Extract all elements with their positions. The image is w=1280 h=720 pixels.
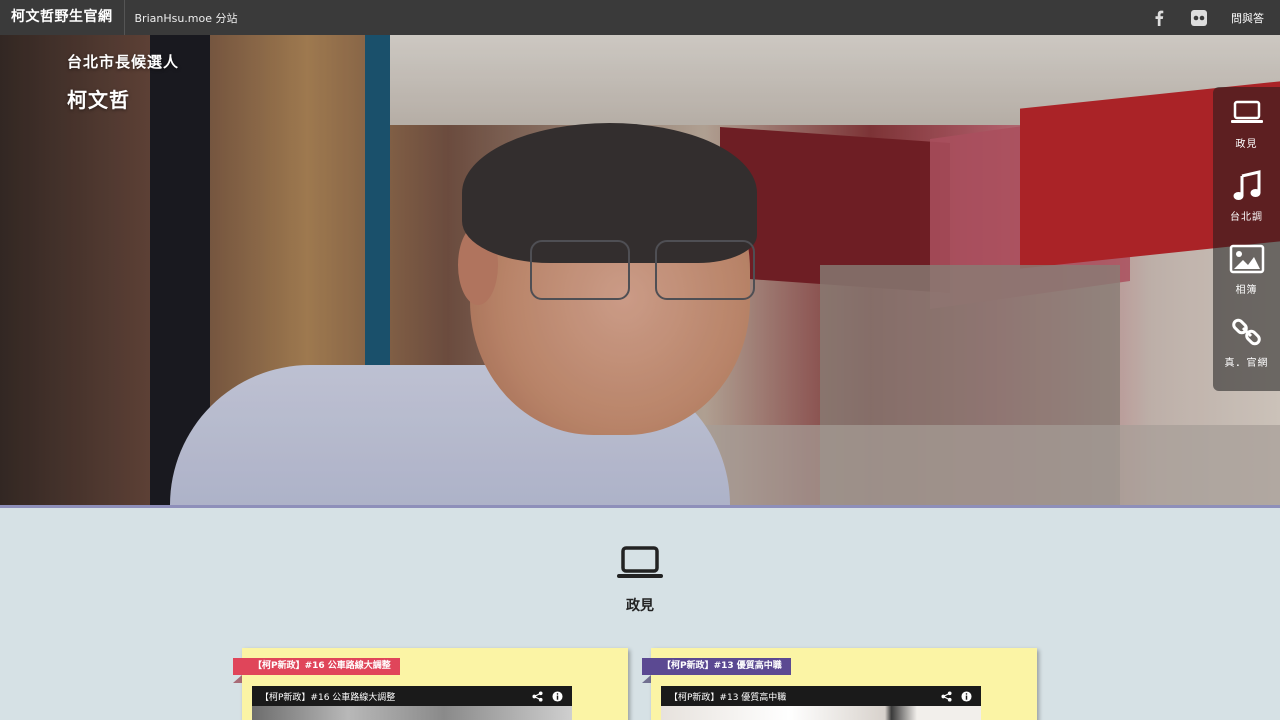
music-note-icon <box>1229 170 1265 202</box>
info-icon[interactable] <box>550 689 564 703</box>
top-navbar: 柯文哲野生官網 BrianHsu.moe 分站 問與答 <box>0 0 1280 35</box>
link-icon <box>1229 316 1265 348</box>
video-title-bar: 【柯P新政】#13 優質高中職 <box>661 686 981 706</box>
policy-card[interactable]: 【柯P新政】#16 公車路線大調整 【柯P新政】#16 公車路線大調整 <box>233 648 628 720</box>
sidenav-item-label: 政見 <box>1235 139 1258 150</box>
video-title[interactable]: 【柯P新政】#13 優質高中職 <box>669 690 933 703</box>
sidenav-item-policy[interactable]: 政見 <box>1213 87 1280 160</box>
section-title: 政見 <box>626 598 654 614</box>
share-icon[interactable] <box>939 689 953 703</box>
video-embed[interactable]: 【柯P新政】#16 公車路線大調整 <box>252 686 572 720</box>
topbar-actions: 問與答 <box>1139 0 1280 35</box>
sidenav-item-album[interactable]: 相簿 <box>1213 233 1280 306</box>
hero-name: 柯文哲 <box>67 88 130 112</box>
video-title-bar: 【柯P新政】#16 公車路線大調整 <box>252 686 572 706</box>
video-thumbnail[interactable] <box>252 706 572 720</box>
hero-caption: 台北市長候選人 柯文哲 <box>67 51 179 113</box>
hero-divider <box>0 505 1280 508</box>
video-title[interactable]: 【柯P新政】#16 公車路線大調整 <box>260 690 524 703</box>
qa-link[interactable]: 問與答 <box>1219 10 1280 26</box>
card-ribbon: 【柯P新政】#13 優質高中職 <box>642 658 791 683</box>
sidenav-item-label: 台北調 <box>1230 212 1263 223</box>
policy-card[interactable]: 【柯P新政】#13 優質高中職 【柯P新政】#13 優質高中職 <box>642 648 1037 720</box>
facebook-icon[interactable] <box>1139 0 1179 35</box>
info-icon[interactable] <box>959 689 973 703</box>
hero-subtitle: 台北市長候選人 <box>67 53 180 71</box>
sidenav-item-official-site[interactable]: 真．官網 <box>1213 306 1280 379</box>
site-brand[interactable]: 柯文哲野生官網 <box>0 0 125 35</box>
laptop-icon <box>1229 97 1265 129</box>
flickr-icon[interactable] <box>1179 0 1219 35</box>
card-ribbon: 【柯P新政】#16 公車路線大調整 <box>233 658 400 683</box>
hero-overlay <box>0 35 1280 508</box>
subsite-link[interactable]: BrianHsu.moe 分站 <box>125 10 238 26</box>
sidenav-item-label: 真．官網 <box>1224 358 1269 369</box>
share-icon[interactable] <box>530 689 544 703</box>
video-thumbnail[interactable] <box>661 706 981 720</box>
video-embed[interactable]: 【柯P新政】#13 優質高中職 <box>661 686 981 720</box>
laptop-icon <box>616 545 664 583</box>
hero-banner: 台北市長候選人 柯文哲 <box>0 35 1280 508</box>
side-navigation: 政見 台北調 相簿 真．官網 <box>1213 87 1280 391</box>
policy-section-header: 政見 <box>0 545 1280 615</box>
sidenav-item-song[interactable]: 台北調 <box>1213 160 1280 233</box>
image-icon <box>1229 243 1265 275</box>
sidenav-item-label: 相簿 <box>1235 285 1258 296</box>
